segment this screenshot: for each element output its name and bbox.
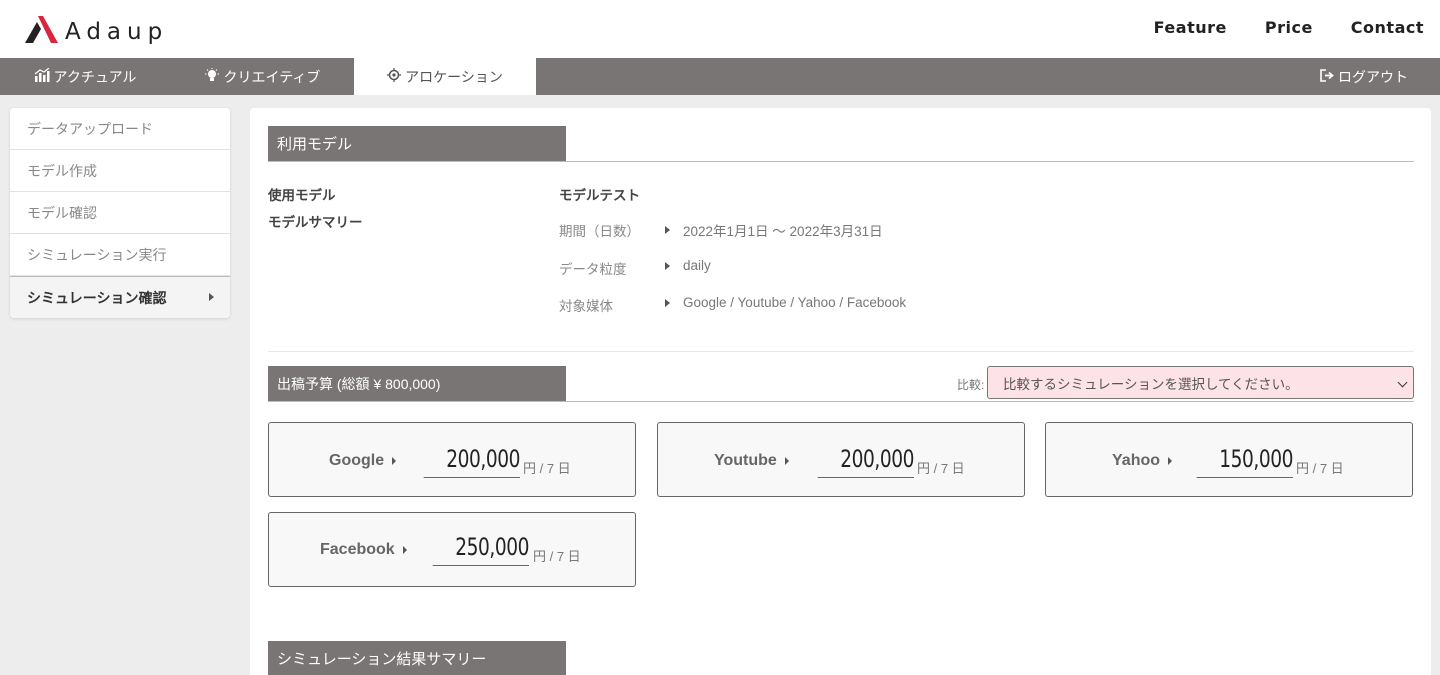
- sidebar-item-model-check[interactable]: モデル確認: [10, 192, 230, 234]
- budget-unit: 円 / 7 日: [917, 461, 965, 476]
- chart-icon: [34, 67, 50, 85]
- brand-logo[interactable]: Adaup: [25, 13, 168, 45]
- sidebar-item-label: シミュレーション実行: [27, 246, 167, 263]
- section-underline: [268, 161, 1414, 162]
- budget-card-google: Google 200,000 円 / 7 日: [268, 422, 636, 497]
- caret-right-icon: [392, 457, 397, 465]
- budget-card-youtube: Youtube 200,000 円 / 7 日: [657, 422, 1025, 497]
- main-tab-bar: アクチュアル クリエイティブ アロケーション ログアウト: [0, 58, 1440, 95]
- sidebar-item-simulation-check[interactable]: シミュレーション確認: [10, 276, 230, 318]
- nav-feature-link[interactable]: Feature: [1154, 18, 1227, 37]
- media-value: Google / Youtube / Yahoo / Facebook: [665, 295, 906, 310]
- result-section-title: シミュレーション結果サマリー: [268, 641, 566, 675]
- tab-allocation[interactable]: アロケーション: [354, 58, 536, 95]
- logout-icon: [1320, 68, 1334, 85]
- budget-unit: 円 / 7 日: [533, 549, 581, 564]
- sidebar-item-simulation-run[interactable]: シミュレーション実行: [10, 234, 230, 276]
- compare-simulation-select[interactable]: 比較するシミュレーションを選択してください。: [987, 366, 1414, 399]
- chevron-down-icon: [1397, 377, 1408, 388]
- media-name: Yahoo: [1112, 452, 1173, 470]
- compare-label: 比較:: [957, 378, 985, 392]
- caret-right-icon: [665, 261, 670, 270]
- sidebar-item-label: モデル確認: [27, 204, 97, 221]
- sidebar-item-data-upload[interactable]: データアップロード: [10, 108, 230, 150]
- period-value: 2022年1月1日 ～ 2022年3月31日: [665, 220, 883, 240]
- sidebar-item-label: データアップロード: [27, 120, 153, 137]
- budget-card-facebook: Facebook 250,000 円 / 7 日: [268, 512, 636, 587]
- caret-right-icon: [402, 546, 407, 554]
- granularity-value: daily: [665, 258, 711, 273]
- lightbulb-icon: [204, 67, 220, 86]
- target-icon: [387, 68, 402, 85]
- sidebar-item-label: モデル作成: [27, 162, 97, 179]
- sidebar-item-label: シミュレーション確認: [27, 289, 167, 306]
- logout-label: ログアウト: [1338, 68, 1408, 85]
- media-name: Youtube: [714, 452, 789, 470]
- main-panel: 利用モデル 使用モデル モデルテスト モデルサマリー 期間（日数） 2022年1…: [250, 108, 1431, 675]
- budget-amount-input[interactable]: 250,000: [432, 533, 529, 566]
- caret-right-icon: [784, 457, 789, 465]
- period-value-text: 2022年1月1日 ～ 2022年3月31日: [683, 224, 883, 239]
- section-underline: [268, 401, 1414, 402]
- used-model-label: 使用モデル: [268, 188, 336, 203]
- tab-actual-label: アクチュアル: [53, 68, 137, 85]
- adaup-logo-icon: [25, 16, 58, 43]
- media-label: 対象媒体: [559, 299, 613, 314]
- sidebar-item-model-create[interactable]: モデル作成: [10, 150, 230, 192]
- period-label: 期間（日数）: [559, 224, 640, 239]
- budget-amount-input[interactable]: 200,000: [817, 445, 914, 478]
- nav-contact-link[interactable]: Contact: [1351, 18, 1424, 37]
- section-divider: [268, 351, 1414, 352]
- budget-unit: 円 / 7 日: [523, 461, 571, 476]
- nav-price-link[interactable]: Price: [1265, 18, 1313, 37]
- caret-right-icon: [665, 298, 670, 307]
- chevron-right-icon: [209, 293, 214, 301]
- media-name-text: Google: [329, 452, 385, 469]
- sidebar: データアップロード モデル作成 モデル確認 シミュレーション実行 シミュレーショ…: [10, 108, 230, 318]
- media-name: Facebook: [320, 541, 407, 559]
- budget-amount-input[interactable]: 200,000: [423, 445, 520, 478]
- tab-actual[interactable]: アクチュアル: [0, 58, 170, 95]
- model-section-title: 利用モデル: [268, 126, 566, 161]
- budget-card-yahoo: Yahoo 150,000 円 / 7 日: [1045, 422, 1413, 497]
- caret-right-icon: [665, 226, 670, 234]
- caret-right-icon: [1168, 457, 1173, 465]
- media-name-text: Facebook: [320, 541, 395, 558]
- media-value-text: Google / Youtube / Yahoo / Facebook: [683, 295, 907, 310]
- granularity-label: データ粒度: [559, 262, 627, 277]
- tab-allocation-label: アロケーション: [405, 68, 503, 85]
- budget-unit: 円 / 7 日: [1296, 461, 1344, 476]
- media-name-text: Yahoo: [1112, 452, 1161, 469]
- tab-creative-label: クリエイティブ: [223, 68, 321, 85]
- brand-name: Adaup: [65, 19, 169, 45]
- header: Adaup Feature Price Contact: [0, 0, 1440, 58]
- top-nav: Feature Price Contact: [1154, 18, 1424, 37]
- media-name: Google: [329, 452, 397, 470]
- granularity-value-text: daily: [683, 258, 711, 273]
- used-model-value: モデルテスト: [559, 188, 640, 203]
- compare-select-value: 比較するシミュレーションを選択してください。: [1003, 376, 1299, 392]
- tab-creative[interactable]: クリエイティブ: [176, 58, 348, 95]
- model-summary-label: モデルサマリー: [268, 215, 363, 230]
- media-name-text: Youtube: [714, 452, 777, 469]
- budget-section-title: 出稿予算 (総額 ¥ 800,000): [268, 366, 566, 401]
- budget-amount-input[interactable]: 150,000: [1196, 445, 1293, 478]
- logout-button[interactable]: ログアウト: [1320, 58, 1408, 95]
